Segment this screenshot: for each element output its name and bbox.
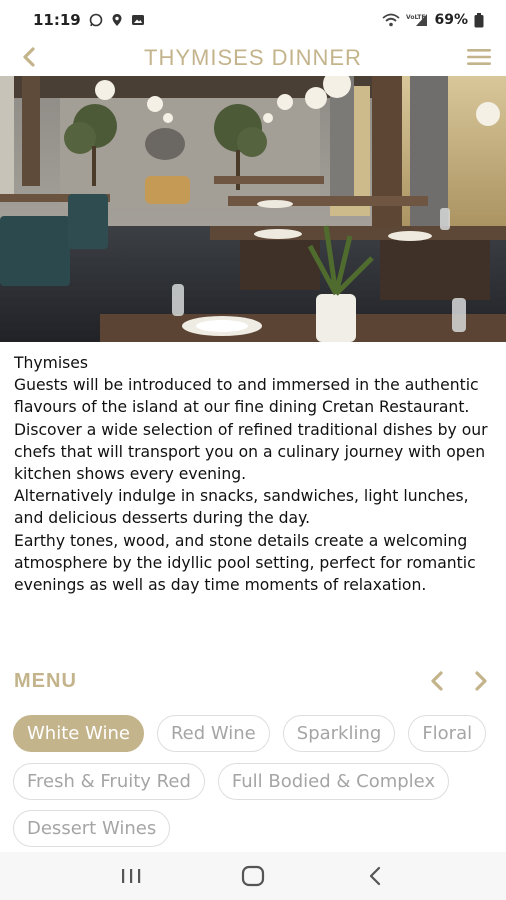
battery-percent: 69% (434, 12, 468, 28)
status-time: 11:19 (33, 11, 81, 29)
back-button[interactable] (14, 42, 44, 72)
back-icon (369, 866, 381, 886)
chip-floral[interactable]: Floral (408, 715, 487, 752)
chip-dessert-wines[interactable]: Dessert Wines (13, 810, 171, 847)
chevron-right-icon (475, 671, 487, 691)
whatsapp-icon (89, 13, 103, 27)
app-header: THYMISES DINNER (0, 40, 506, 76)
recent-apps-button[interactable] (111, 856, 151, 896)
chip-white-wine[interactable]: White Wine (13, 715, 144, 752)
venue-description: Thymises Guests will be introduced to an… (14, 352, 494, 596)
hamburger-menu-button[interactable] (464, 42, 494, 72)
volte-signal-icon: VoLTE (406, 14, 428, 26)
restaurant-interior-photo (0, 76, 506, 342)
hero-image (0, 76, 506, 342)
location-icon (112, 14, 122, 26)
system-nav-bar (0, 852, 506, 900)
gallery-icon (131, 15, 144, 25)
battery-icon (474, 12, 484, 27)
home-button[interactable] (233, 856, 273, 896)
venue-name: Thymises (14, 354, 89, 372)
chip-full-bodied-complex[interactable]: Full Bodied & Complex (217, 763, 450, 800)
menu-header: MENU (14, 666, 492, 696)
description-paragraph: Earthy tones, wood, and stone details cr… (14, 531, 476, 595)
chevron-left-icon (431, 671, 443, 691)
chip-sparkling[interactable]: Sparkling (282, 715, 396, 752)
menu-category-chips: White Wine Red Wine Sparkling Floral Fre… (13, 715, 506, 850)
home-icon (241, 865, 265, 887)
menu-next-button[interactable] (470, 668, 492, 694)
system-back-button[interactable] (355, 856, 395, 896)
recent-apps-icon (122, 869, 141, 883)
chip-fresh-fruity-red[interactable]: Fresh & Fruity Red (13, 763, 205, 800)
menu-title: MENU (14, 669, 77, 692)
description-paragraph: Alternatively indulge in snacks, sandwic… (14, 487, 469, 528)
svg-text:VoLTE: VoLTE (406, 14, 425, 21)
chip-red-wine[interactable]: Red Wine (156, 715, 270, 752)
menu-prev-button[interactable] (426, 668, 448, 694)
page-title: THYMISES DINNER (144, 45, 362, 70)
chevron-left-icon (23, 47, 35, 67)
wifi-icon (382, 13, 401, 27)
hamburger-menu-icon (467, 49, 491, 65)
status-bar: 11:19 VoLTE 69% (0, 0, 506, 40)
description-paragraph: Guests will be introduced to and immerse… (14, 376, 488, 484)
